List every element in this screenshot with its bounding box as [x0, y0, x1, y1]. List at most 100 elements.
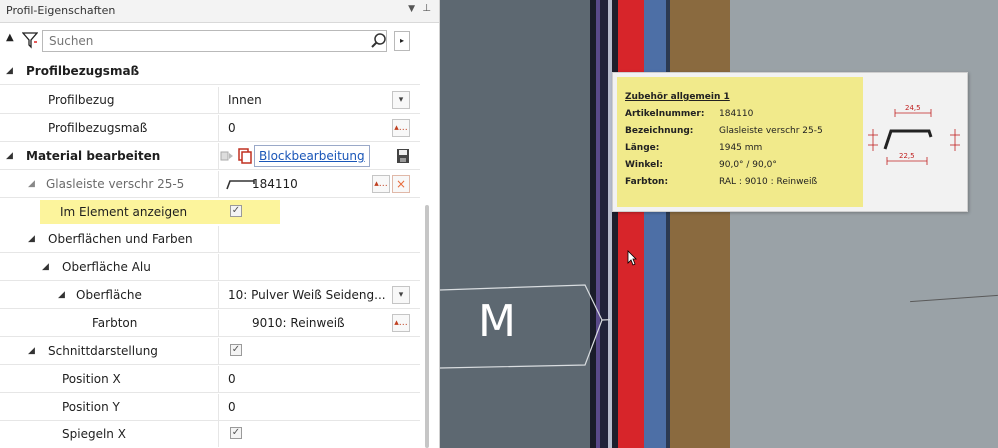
column-divider	[218, 394, 219, 420]
profile-wood-section	[670, 0, 730, 448]
row-profilbezugsmass[interactable]: Profilbezugsmaß 0 ▴…	[0, 115, 420, 142]
row-oberflaeche[interactable]: ◢ Oberfläche 10: Pulver Weiß Seideng... …	[0, 282, 420, 309]
row-profilbezug[interactable]: Profilbezug Innen ▾	[0, 87, 420, 114]
group-schnitt[interactable]: ◢ Schnittdarstellung ✓	[0, 338, 420, 365]
tooltip-value: RAL : 9010 : Reinweiß	[719, 177, 818, 187]
column-divider	[218, 282, 219, 308]
profile-dark-strip	[600, 0, 608, 448]
group-label: Oberflächen und Farben	[48, 232, 193, 246]
property-label: Farbton	[92, 316, 138, 330]
collapse-arrow-icon[interactable]: ◢	[6, 151, 13, 161]
property-value[interactable]: 184110	[252, 177, 298, 191]
tooltip-value: 184110	[719, 109, 754, 119]
dropdown-arrow-icon[interactable]: ▼	[408, 4, 415, 14]
column-divider	[218, 115, 219, 141]
column-divider	[218, 143, 219, 169]
marker-shape	[440, 284, 610, 369]
column-divider	[218, 366, 219, 392]
save-icon[interactable]	[396, 148, 410, 164]
search-icon[interactable]	[370, 32, 388, 50]
property-value[interactable]: 0	[228, 400, 236, 414]
collapse-arrow-icon[interactable]: ◢	[28, 346, 35, 356]
collapse-arrow-icon[interactable]: ◢	[28, 179, 35, 189]
search-row: ▲ ▸	[0, 30, 439, 54]
group-profilbezugsmass[interactable]: ◢ Profilbezugsmaß	[0, 58, 420, 85]
group-label: Profilbezugsmaß	[26, 64, 140, 78]
dimension-top-label: 24,5	[905, 104, 921, 112]
property-value[interactable]: 0	[228, 372, 236, 386]
tooltip-value: 90,0° / 90,0°	[719, 160, 777, 170]
row-position-y[interactable]: Position Y 0	[0, 394, 420, 421]
collapse-arrow-icon[interactable]: ◢	[58, 290, 65, 300]
collapse-arrow-icon[interactable]: ◢	[28, 234, 35, 244]
property-label: Oberfläche	[76, 288, 142, 302]
dropdown-button[interactable]: ▾	[392, 286, 410, 304]
row-farbton[interactable]: Farbton 9010: Reinweiß ▴…	[0, 310, 420, 337]
column-divider	[218, 254, 219, 280]
edit-dialog-button[interactable]: ▴…	[392, 314, 410, 332]
copy-icon[interactable]	[238, 148, 252, 164]
profile-red-section	[618, 0, 644, 448]
column-divider	[218, 310, 219, 336]
property-label: Im Element anzeigen	[60, 205, 188, 219]
search-input[interactable]	[42, 30, 387, 52]
tooltip-key: Farbton:	[625, 177, 669, 187]
remove-icon[interactable]: ×	[392, 175, 410, 193]
scrollbar[interactable]	[425, 205, 429, 448]
tooltip-value: Glasleiste verschr 25-5	[719, 126, 823, 136]
edit-dialog-button[interactable]: ▴…	[392, 119, 410, 137]
property-value[interactable]: 0	[228, 121, 236, 135]
tooltip-info-area: Zubehör allgemein 1 Artikelnummer: 18411…	[617, 77, 863, 207]
profile-blue-section	[644, 0, 666, 448]
tooltip-key: Artikelnummer:	[625, 109, 705, 119]
row-position-x[interactable]: Position X 0	[0, 366, 420, 393]
property-value[interactable]: 10: Pulver Weiß Seideng...	[228, 288, 386, 302]
group-material[interactable]: ◢ Material bearbeiten Blockbearbeitung	[0, 143, 420, 170]
edit-dialog-button[interactable]: ▴…	[372, 175, 390, 193]
article-tooltip: Zubehör allgemein 1 Artikelnummer: 18411…	[612, 72, 968, 212]
group-oberflaeche-alu[interactable]: ◢ Oberfläche Alu	[0, 254, 420, 281]
tooltip-title: Zubehör allgemein 1	[625, 92, 730, 102]
property-label: Profilbezugsmaß	[48, 121, 148, 135]
property-label: Profilbezug	[48, 93, 115, 107]
pin-icon[interactable]: ⊥	[422, 3, 431, 14]
profile-section-drawing: 24,5 22,5	[868, 104, 960, 165]
collapse-arrow-icon[interactable]: ◢	[6, 66, 13, 76]
search-next-button[interactable]: ▸	[394, 31, 410, 51]
checkbox[interactable]: ✓	[230, 427, 242, 439]
panel-title-bar: Profil-Eigenschaften ▼ ⊥	[0, 0, 439, 23]
properties-panel: Profil-Eigenschaften ▼ ⊥ ▲ ▸ ◢ Profilbez…	[0, 0, 440, 448]
mouse-cursor-icon	[627, 250, 637, 266]
checkbox[interactable]: ✓	[230, 344, 242, 356]
column-divider	[218, 171, 219, 197]
viewport-right-area	[730, 0, 998, 448]
property-label: Schnittdarstellung	[48, 344, 158, 358]
column-divider	[218, 87, 219, 113]
dimension-bottom-label: 22,5	[899, 152, 915, 160]
group-label: Material bearbeiten	[26, 149, 161, 163]
property-label: Position X	[62, 372, 121, 386]
collapse-all-icon[interactable]: ▲	[6, 32, 20, 48]
cad-viewport[interactable]: M	[440, 0, 998, 448]
blockbearbeitung-link[interactable]: Blockbearbeitung	[254, 145, 370, 167]
viewport-left-area	[440, 0, 590, 448]
property-value[interactable]: 9010: Reinweiß	[252, 316, 345, 330]
tooltip-key: Winkel:	[625, 160, 663, 170]
panel-title: Profil-Eigenschaften	[6, 4, 116, 17]
row-im-element[interactable]: Im Element anzeigen ✓	[0, 199, 290, 226]
disabled-action-icon[interactable]	[220, 149, 234, 163]
tooltip-value: 1945 mm	[719, 143, 763, 153]
dropdown-button[interactable]: ▾	[392, 91, 410, 109]
property-label: Spiegeln X	[62, 427, 126, 441]
collapse-arrow-icon[interactable]: ◢	[42, 262, 49, 272]
filter-icon[interactable]	[22, 31, 38, 49]
row-spiegeln-x[interactable]: Spiegeln X ✓	[0, 421, 420, 448]
group-oberflaechen[interactable]: ◢ Oberflächen und Farben	[0, 226, 420, 253]
row-glasleiste[interactable]: ◢ Glasleiste verschr 25-5 184110 ▴… ×	[0, 171, 420, 198]
column-divider	[218, 421, 219, 447]
checkbox[interactable]: ✓	[230, 205, 242, 217]
column-divider	[218, 338, 219, 364]
tooltip-key: Länge:	[625, 143, 660, 153]
property-value[interactable]: Innen	[228, 93, 262, 107]
marker-letter: M	[478, 296, 516, 347]
